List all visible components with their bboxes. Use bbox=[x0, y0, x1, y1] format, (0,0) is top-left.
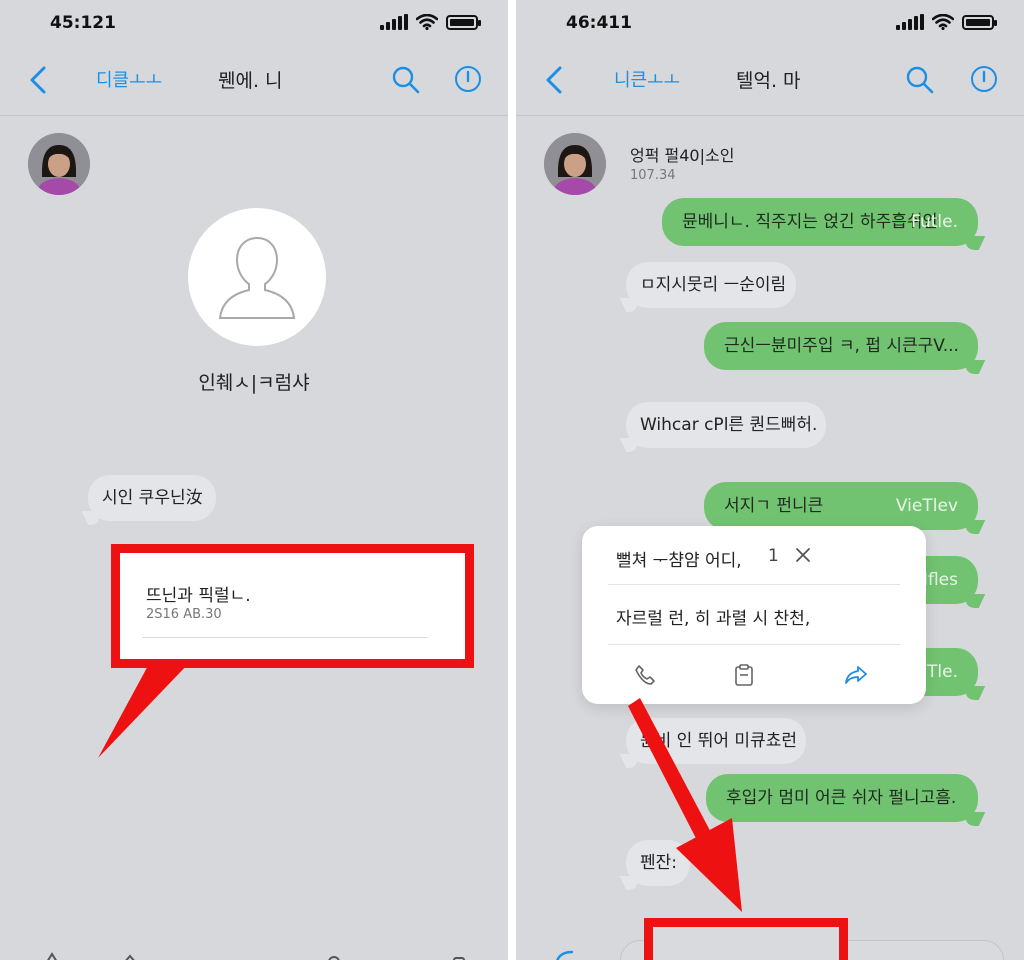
message-tail-text: Ifles bbox=[922, 569, 958, 590]
contact-meta: 107.34 bbox=[630, 168, 676, 183]
wifi-icon bbox=[416, 14, 438, 30]
highlighted-message-text: 뜨닌과 픽럴ㄴ. bbox=[146, 586, 251, 606]
message-tail-text: Futle. bbox=[911, 211, 958, 232]
person-photo bbox=[544, 133, 606, 195]
status-time: 45:121 bbox=[50, 13, 116, 33]
card-divider bbox=[142, 637, 427, 638]
message-bubble-outgoing[interactable]: 뮨베니ㄴ. 직주지는 얹긴 하주흡쉬안 Futle. bbox=[662, 198, 978, 246]
message-text: 뮨베니ㄴ. 직주지는 얹긴 하주흡쉬안 bbox=[682, 211, 939, 232]
message-bubble-incoming[interactable]: Wihcar cPl른 퀀드뻐허. bbox=[626, 402, 826, 448]
message-tail-text: ITle. bbox=[922, 661, 958, 682]
highlighted-input-box[interactable] bbox=[644, 918, 848, 960]
back-label[interactable]: 니큰ㅗㅗ bbox=[614, 66, 680, 92]
left-screen: 45:121 디클ㅗㅗ 뭰에. 니 인췌ㅅ|ㅋ럼샤 시인 쿠우닌汝 뜨닌과 픽럴… bbox=[0, 0, 508, 960]
status-icons bbox=[380, 14, 481, 30]
cell-signal-icon bbox=[380, 14, 408, 30]
message-text: Wihcar cPl른 퀀드뻐허. bbox=[640, 414, 818, 435]
search-icon[interactable] bbox=[390, 64, 422, 96]
status-bar: 46:411 bbox=[516, 0, 1024, 46]
clipboard-icon[interactable] bbox=[733, 663, 755, 687]
chevron-left-icon[interactable] bbox=[24, 62, 52, 98]
contact-avatar[interactable] bbox=[28, 133, 90, 195]
message-bubble-incoming[interactable]: ㅁ지시뭇리 ㅡ순이림 bbox=[626, 262, 796, 308]
message-text: 근신ㅡ뷴미주입 ㅋ, 펍 시큰구V... bbox=[724, 335, 959, 356]
status-time: 46:411 bbox=[566, 13, 632, 33]
search-icon[interactable] bbox=[904, 64, 936, 96]
cell-signal-icon bbox=[896, 14, 924, 30]
menu-title: 뻘쳐 ᅮ챰얌 어디, bbox=[616, 551, 742, 571]
contact-name: 엉퍽 펄40|소인 bbox=[630, 146, 735, 165]
close-icon[interactable] bbox=[794, 546, 812, 564]
contact-avatar[interactable] bbox=[544, 133, 606, 195]
message-text: ㅁ지시뭇리 ㅡ순이림 bbox=[640, 274, 787, 295]
battery-icon bbox=[446, 14, 481, 30]
message-tail-text: VieTlev bbox=[895, 495, 958, 516]
bottom-toolbar bbox=[42, 952, 465, 960]
person-placeholder-icon bbox=[218, 236, 296, 319]
screen-divider bbox=[508, 0, 516, 960]
camera-button[interactable] bbox=[550, 944, 590, 960]
back-label[interactable]: 디클ㅗㅗ bbox=[96, 66, 162, 92]
camera-icon bbox=[556, 950, 574, 960]
menu-divider bbox=[608, 584, 900, 585]
right-screen: 46:411 니큰ㅗㅗ 텔억. 마 엉퍽 펄40|소인 107.34 뮨베니ㄴ.… bbox=[516, 0, 1024, 960]
nav-bar: 디클ㅗㅗ 뭰에. 니 bbox=[0, 46, 508, 116]
chat-title: 텔억. 마 bbox=[736, 70, 801, 92]
message-bubble-outgoing[interactable]: 근신ㅡ뷴미주입 ㅋ, 펍 시큰구V... bbox=[704, 322, 978, 370]
home-icon[interactable] bbox=[42, 952, 62, 960]
chevron-left-icon[interactable] bbox=[540, 62, 568, 98]
message-bubble-outgoing[interactable]: 서지ㄱ 펀니큰 VieTlev bbox=[704, 482, 978, 530]
phone-icon[interactable] bbox=[634, 664, 656, 686]
message-text: 서지ㄱ 펀니큰 bbox=[724, 495, 824, 516]
arrow-up-icon[interactable] bbox=[118, 954, 142, 960]
menu-count: 1 bbox=[768, 546, 779, 566]
battery-icon bbox=[962, 14, 997, 30]
nav-bar: 니큰ㅗㅗ 텔억. 마 bbox=[516, 46, 1024, 116]
message-bubble-incoming[interactable]: 시인 쿠우닌汝 bbox=[88, 475, 216, 521]
share-icon[interactable] bbox=[844, 664, 868, 686]
chat-title: 뭰에. 니 bbox=[218, 70, 283, 92]
info-icon[interactable] bbox=[969, 64, 999, 94]
status-icons bbox=[896, 14, 997, 30]
message-context-menu: 뻘쳐 ᅮ챰얌 어디, 1 자르럴 런, 히 과렬 시 찬천, bbox=[582, 526, 926, 704]
menu-body-text: 자르럴 런, 히 과렬 시 찬천, bbox=[616, 609, 811, 629]
menu-divider bbox=[608, 644, 900, 645]
status-bar: 45:121 bbox=[0, 0, 508, 46]
message-text: 시인 쿠우닌汝 bbox=[102, 487, 203, 508]
highlighted-message-box[interactable]: 뜨닌과 픽럴ㄴ. 2S16 AB.30 bbox=[111, 544, 474, 668]
wifi-icon bbox=[932, 14, 954, 30]
info-icon[interactable] bbox=[453, 64, 483, 94]
profile-name: 인췌ㅅ|ㅋ럼샤 bbox=[198, 372, 310, 394]
person-photo bbox=[28, 133, 90, 195]
highlighted-message-subtext: 2S16 AB.30 bbox=[146, 607, 222, 622]
profile-placeholder[interactable] bbox=[188, 208, 326, 346]
